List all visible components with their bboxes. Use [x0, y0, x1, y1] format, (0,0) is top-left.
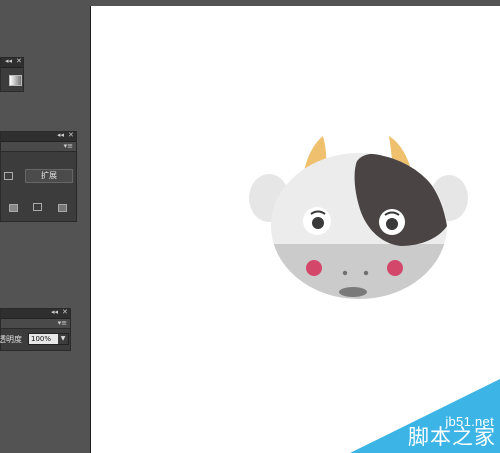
crop-icon[interactable] [58, 204, 67, 212]
collapse-icon[interactable]: ◂◂ [51, 308, 58, 317]
pathfinder-tab-strip: ▾≡ [1, 142, 76, 152]
right-eye-pupil [386, 218, 398, 230]
transparency-panel: ◂◂ ✕ ▾≡ 透明度 100% ▼ [0, 308, 71, 351]
panel-menu-icon[interactable]: ▾≡ [58, 319, 67, 328]
right-cheek [387, 260, 403, 276]
cow-mouth [339, 287, 367, 297]
left-eye-pupil [312, 217, 324, 229]
collapse-icon[interactable]: ◂◂ [5, 57, 12, 66]
close-icon[interactable]: ✕ [62, 308, 68, 317]
merge-icon[interactable] [33, 203, 42, 211]
gradient-swatch-icon[interactable] [9, 75, 22, 86]
expand-button[interactable]: 扩展 [25, 169, 73, 183]
right-nostril [363, 270, 369, 276]
left-cheek [306, 260, 322, 276]
left-nostril [342, 270, 348, 276]
opacity-value: 100% [31, 335, 52, 343]
transparency-panel-header: ◂◂ ✕ [1, 308, 70, 319]
transparency-tab-strip: ▾≡ [1, 319, 70, 329]
top-tool-panel: ◂◂ ✕ [0, 57, 24, 92]
opacity-dropdown[interactable]: 100% ▼ [28, 333, 69, 345]
cow-illustration [249, 136, 468, 299]
watermark: jb51.net 脚本之家 [350, 379, 500, 453]
close-icon[interactable]: ✕ [68, 131, 74, 140]
panel-menu-icon[interactable]: ▾≡ [64, 142, 73, 151]
collapse-icon[interactable]: ◂◂ [57, 131, 64, 140]
chevron-down-icon[interactable]: ▼ [58, 334, 68, 344]
pathfinder-panel: ◂◂ ✕ ▾≡ 扩展 [0, 131, 77, 222]
opacity-label: 透明度 [0, 335, 22, 344]
trim-icon[interactable] [9, 204, 18, 212]
shape-mode-exclude-icon[interactable] [4, 172, 13, 180]
top-panel-header: ◂◂ ✕ [1, 57, 23, 68]
cow-muzzle [271, 244, 447, 299]
watermark-site-name: 脚本之家 [408, 425, 496, 449]
pathfinder-panel-header: ◂◂ ✕ [1, 131, 76, 142]
close-icon[interactable]: ✕ [16, 57, 22, 66]
